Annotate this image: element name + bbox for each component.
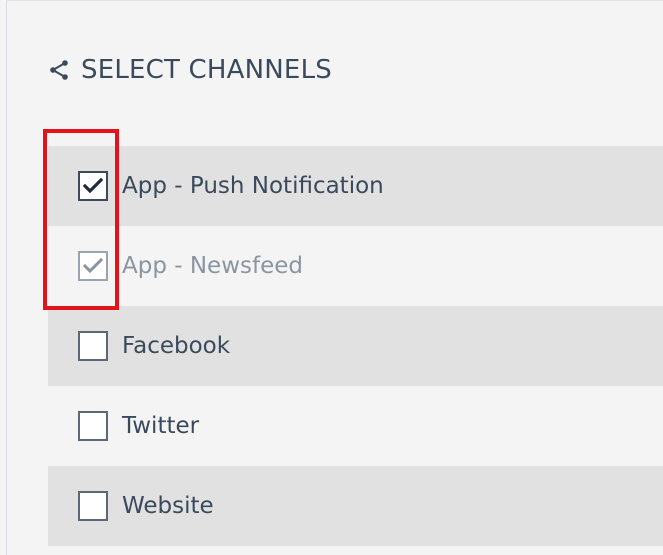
checkbox-app-newsfeed[interactable] <box>78 251 108 281</box>
channel-row-twitter[interactable]: Twitter <box>48 386 663 466</box>
channel-label: App - Push Notification <box>122 173 384 199</box>
channel-row-website[interactable]: Website <box>48 466 663 546</box>
checkbox-facebook[interactable] <box>78 331 108 361</box>
checkbox-website[interactable] <box>78 491 108 521</box>
channel-label: Facebook <box>122 333 231 359</box>
channel-row-app-push-notification[interactable]: App - Push Notification <box>48 146 663 226</box>
section-title: SELECT CHANNELS <box>81 55 332 85</box>
section-header: SELECT CHANNELS <box>47 52 332 88</box>
checkmark-icon <box>83 258 103 274</box>
checkbox-app-push-notification[interactable] <box>78 171 108 201</box>
channel-row-facebook[interactable]: Facebook <box>48 306 663 386</box>
channel-row-app-newsfeed[interactable]: App - Newsfeed <box>48 226 663 306</box>
channel-label: Twitter <box>122 413 200 439</box>
channel-label: App - Newsfeed <box>122 253 304 279</box>
share-icon <box>47 58 71 82</box>
checkmark-icon <box>83 178 103 194</box>
checkbox-twitter[interactable] <box>78 411 108 441</box>
channel-list: App - Push Notification App - Newsfeed F… <box>48 146 663 546</box>
channel-selector-frame: SELECT CHANNELS App - Push Notification … <box>0 0 663 555</box>
channel-label: Website <box>122 493 214 519</box>
